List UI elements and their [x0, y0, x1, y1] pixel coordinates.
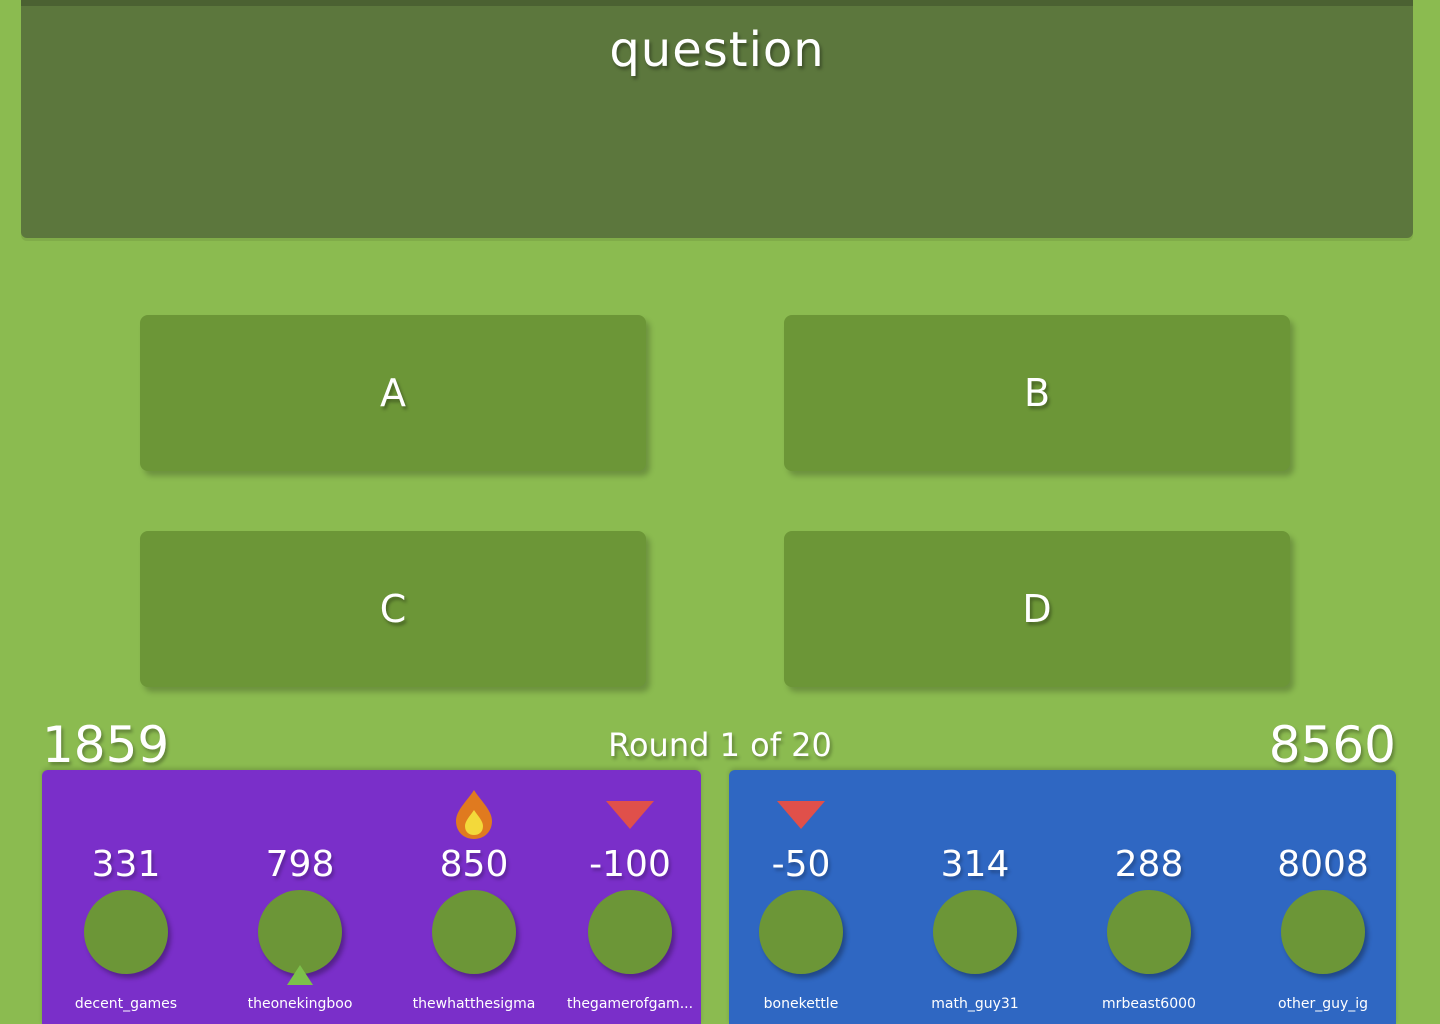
round-indicator: Round 1 of 20 — [608, 726, 832, 764]
player-avatar — [1281, 890, 1365, 974]
player-name: decent_games — [74, 996, 178, 1012]
question-panel: question — [21, 0, 1413, 238]
team-blue-panel: -50 bonekettle 314 math_guy31 288 mrbeas… — [729, 770, 1396, 1024]
down-arrow-icon — [777, 801, 825, 829]
answer-button-d[interactable]: D — [784, 531, 1290, 687]
answer-button-a[interactable]: A — [140, 315, 646, 471]
player-avatar — [759, 890, 843, 974]
player-points: 8008 — [1277, 844, 1369, 885]
player-card: -100 thegamerofgam... — [546, 770, 714, 1024]
up-arrow-icon — [287, 965, 313, 985]
player-card: 850 thewhatthesigma — [390, 770, 558, 1024]
player-points: 798 — [265, 844, 335, 885]
player-points: 314 — [940, 844, 1010, 885]
player-points: -100 — [589, 844, 671, 885]
player-card: 288 mrbeast6000 — [1065, 770, 1233, 1024]
question-text: question — [609, 22, 825, 78]
player-name: bonekettle — [763, 996, 839, 1012]
player-card: -50 bonekettle — [717, 770, 885, 1024]
answer-label-a: A — [380, 371, 406, 415]
down-arrow-icon — [606, 801, 654, 829]
answer-button-c[interactable]: C — [140, 531, 646, 687]
answer-label-c: C — [379, 587, 407, 631]
player-points: 850 — [439, 844, 509, 885]
player-points: -50 — [771, 844, 831, 885]
player-avatar — [432, 890, 516, 974]
player-card: 8008 other_guy_ig — [1239, 770, 1407, 1024]
player-name: theonekingboo — [247, 996, 353, 1012]
player-name: other_guy_ig — [1277, 996, 1369, 1012]
player-avatar — [588, 890, 672, 974]
player-avatar — [258, 890, 342, 974]
player-points: 288 — [1114, 844, 1184, 885]
answer-label-b: B — [1023, 371, 1051, 415]
team-purple-panel: 331 decent_games 798 theonekingboo 850 t… — [42, 770, 701, 1024]
player-avatar — [84, 890, 168, 974]
player-points: 331 — [91, 844, 161, 885]
player-avatar — [933, 890, 1017, 974]
player-name: thegamerofgam... — [566, 996, 694, 1012]
player-card: 314 math_guy31 — [891, 770, 1059, 1024]
flame-icon — [456, 790, 492, 839]
answer-button-b[interactable]: B — [784, 315, 1290, 471]
player-avatar — [1107, 890, 1191, 974]
player-name: thewhatthesigma — [412, 996, 536, 1012]
player-name: mrbeast6000 — [1102, 996, 1196, 1012]
answer-label-d: D — [1022, 587, 1052, 631]
player-card: 798 theonekingboo — [216, 770, 384, 1024]
team-blue-score: 8560 — [1268, 716, 1396, 774]
player-card: 331 decent_games — [42, 770, 210, 1024]
player-name: math_guy31 — [931, 996, 1019, 1012]
